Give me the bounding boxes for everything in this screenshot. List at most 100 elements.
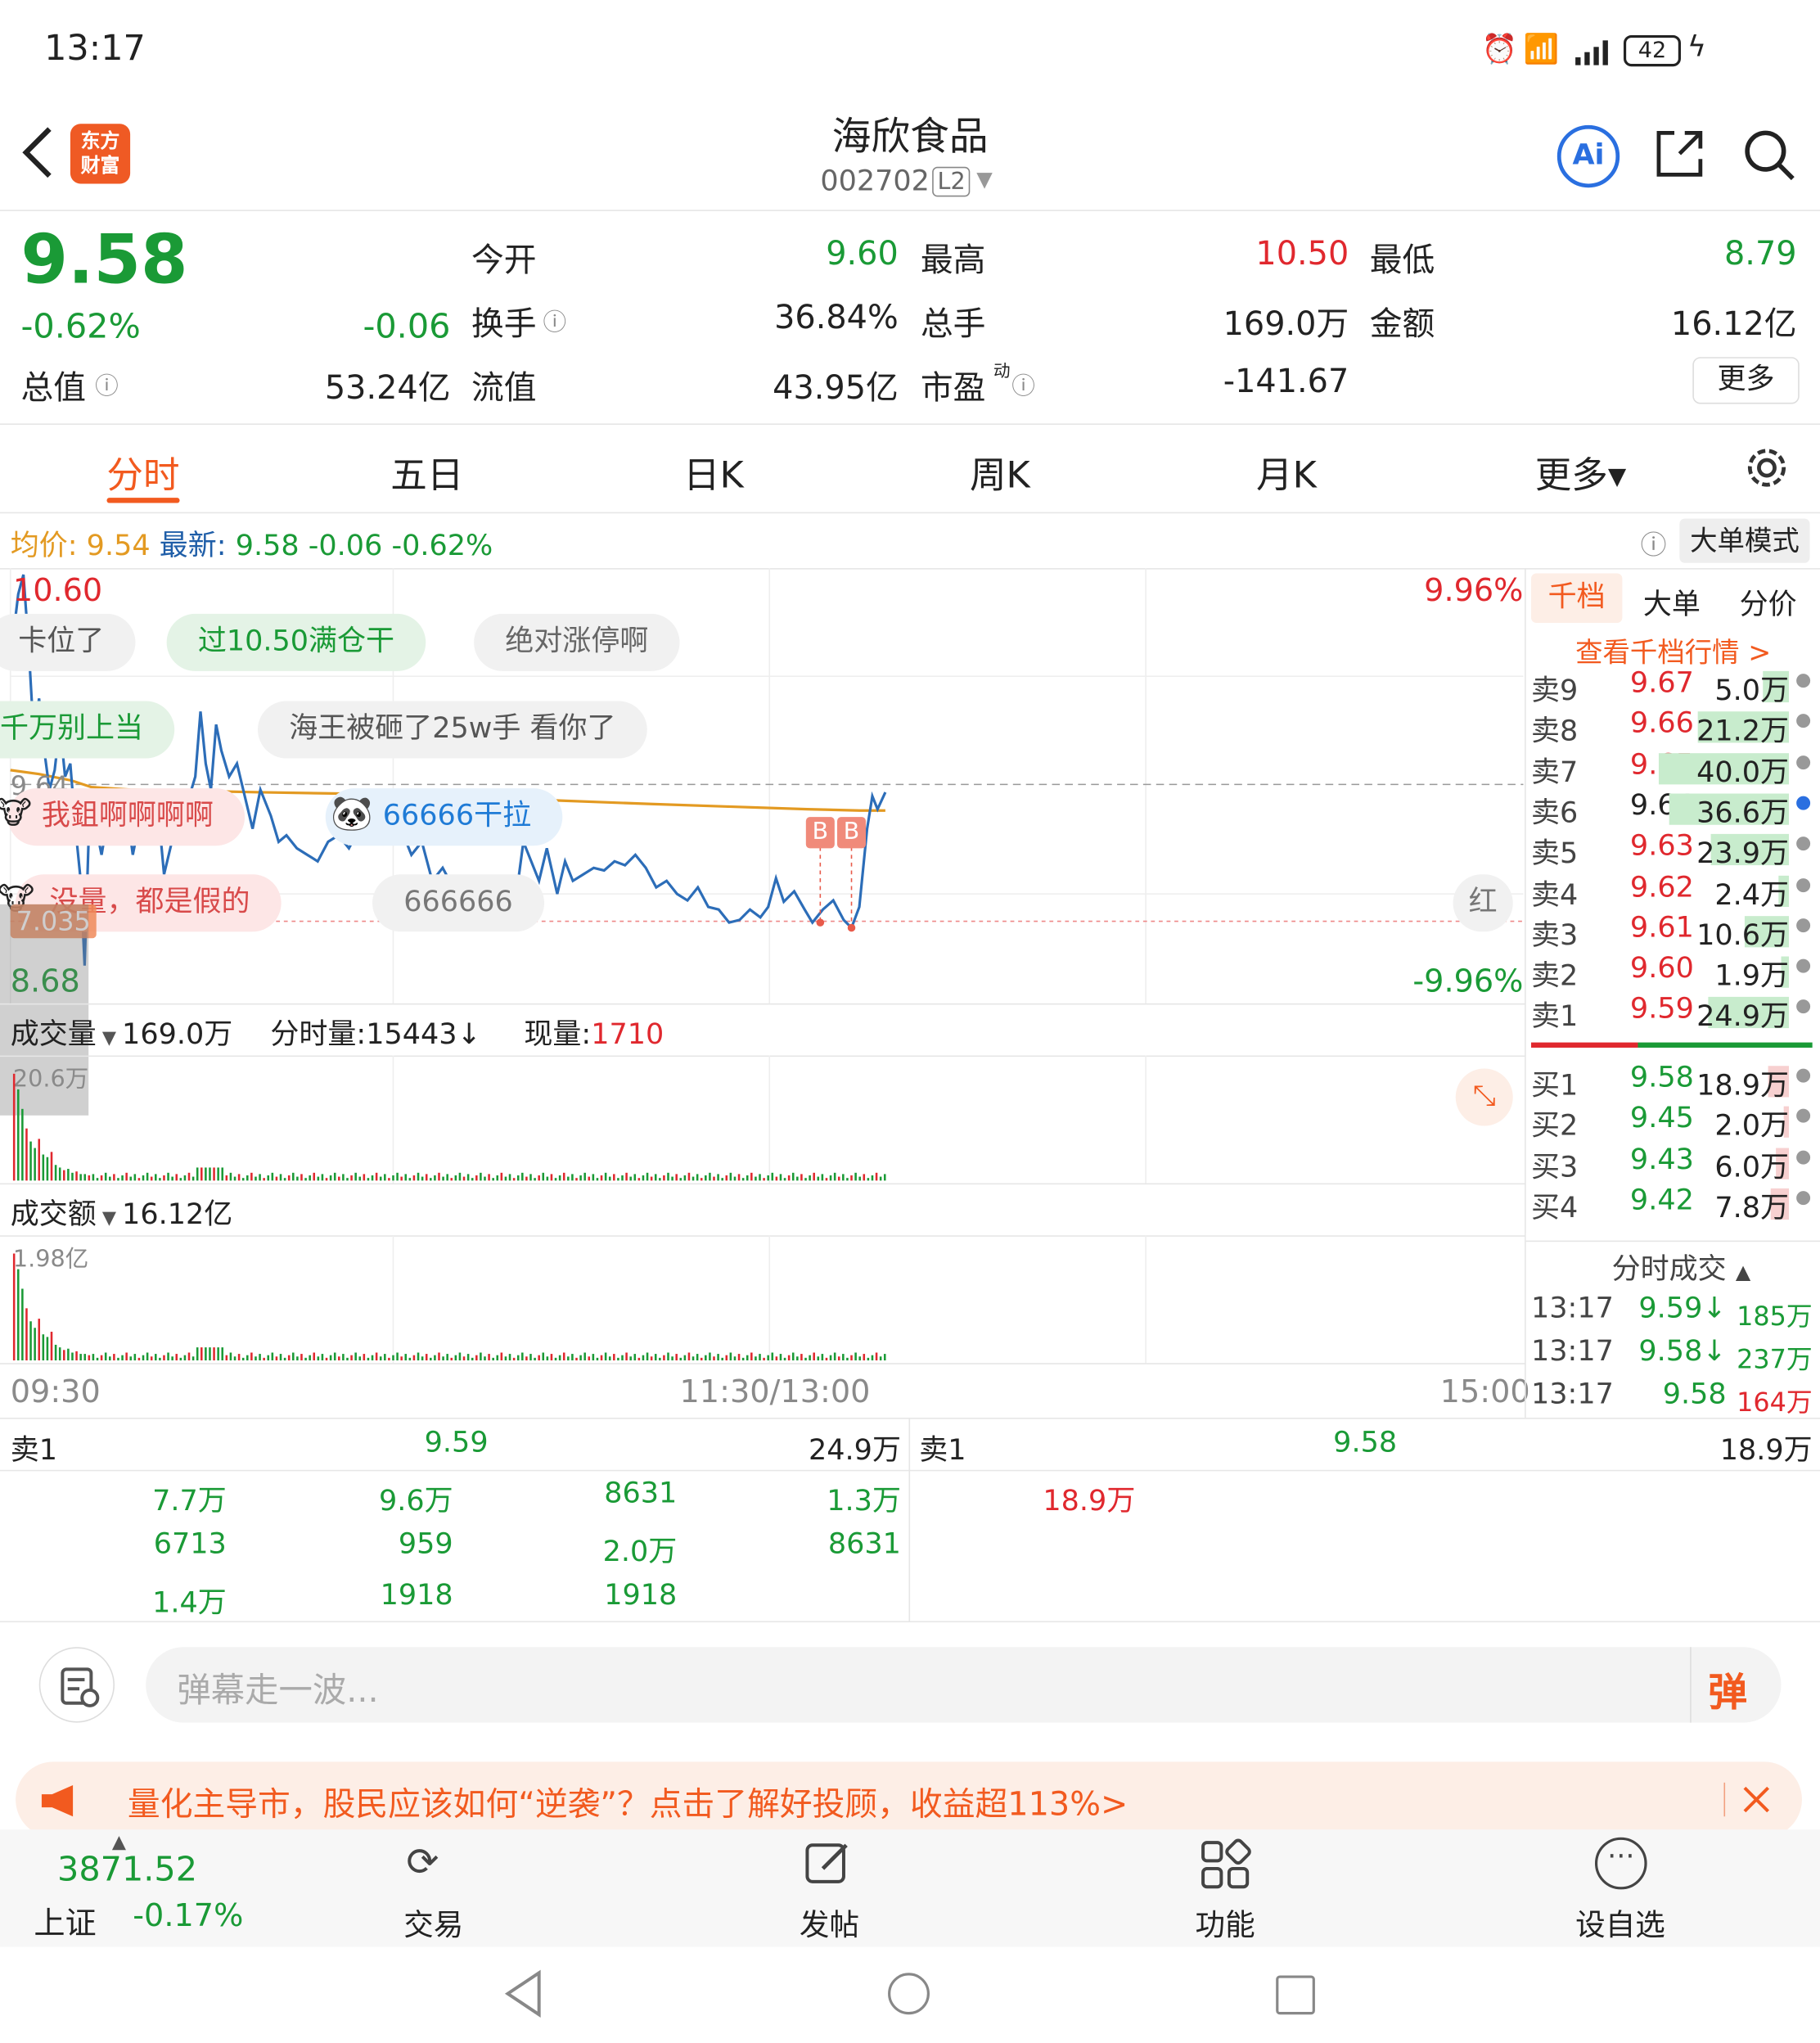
bar-mark (133, 1174, 137, 1181)
nav-add-watchlist[interactable]: 设自选 (1575, 1900, 1665, 1944)
ask-price[interactable]: 9.62 (1630, 871, 1694, 904)
help-icon[interactable]: ⓘ (1641, 524, 1667, 561)
tab-fenshi[interactable]: 分时 (65, 447, 222, 499)
order-dot-icon: ● (1795, 751, 1812, 773)
bar-mark (109, 1176, 111, 1181)
app-logo[interactable]: 东方 财富 (70, 124, 131, 184)
big-order-mode-button[interactable]: 大单模式 (1679, 518, 1810, 563)
order-dot-icon: ● (1795, 670, 1812, 691)
order-dot-icon: ● (1795, 995, 1812, 1017)
volume-header: 成交量 ▼ 169.0万 分时量:15443↓ 现量:1710 (10, 1018, 664, 1052)
ask-price[interactable]: 9.67 (1630, 667, 1694, 700)
bar-mark (750, 1352, 753, 1361)
tab-monthly-k[interactable]: 月K (1208, 447, 1364, 499)
ask-price[interactable]: 9.60 (1630, 953, 1694, 985)
danmu-input[interactable]: 弹幕走一波... 弹 (146, 1647, 1782, 1723)
code-dropdown-icon[interactable]: ▼ (976, 167, 993, 192)
bar-mark (554, 1178, 557, 1181)
bid-level-label: 买4 (1531, 1192, 1579, 1225)
ask-price[interactable]: 9.63 (1630, 830, 1694, 863)
level-badge[interactable]: L2 (932, 166, 971, 197)
ask-volume: 23.9万 (1696, 837, 1790, 871)
bar-mark (241, 1357, 245, 1361)
share-icon[interactable] (1654, 128, 1706, 180)
bar-mark (741, 1357, 745, 1361)
settings-icon[interactable] (1742, 443, 1791, 492)
bar-mark (259, 1174, 261, 1181)
trade-icon[interactable]: ⟳ (406, 1840, 439, 1886)
post-icon[interactable] (802, 1838, 854, 1890)
danmu-send-button[interactable]: 弹 (1708, 1660, 1747, 1717)
bar-mark (783, 1357, 786, 1361)
function-icon[interactable] (1201, 1838, 1251, 1889)
tab-price-dist[interactable]: 分价 (1740, 581, 1797, 623)
trade-price: 9.58↓ (1638, 1335, 1727, 1369)
bar-mark (150, 1176, 153, 1181)
qiandang-link[interactable]: 查看千档行情 > (1575, 632, 1771, 671)
buy-marker[interactable]: B (837, 817, 867, 849)
bar-mark (750, 1172, 753, 1181)
bar-mark (442, 1176, 444, 1181)
danmu-bubble[interactable]: 海王被砸了25w手 看你了 (258, 701, 647, 759)
nav-function[interactable]: 功能 (1196, 1900, 1255, 1944)
charging-icon: ϟ (1687, 31, 1707, 65)
tab-five-day[interactable]: 五日 (349, 447, 505, 499)
back-icon[interactable] (18, 124, 57, 181)
close-icon[interactable] (1742, 1785, 1771, 1814)
bar-mark (225, 1355, 228, 1361)
turnover-value: 36.84% (774, 298, 899, 336)
bar-mark (496, 1355, 499, 1361)
promo-banner[interactable]: 量化主导市，股民应该如何“逆袭”？点击了解好投顾，收益超113%> (16, 1761, 1802, 1838)
nav-trade[interactable]: 交易 (403, 1900, 463, 1944)
more-dots-icon[interactable]: ··· (1594, 1837, 1647, 1890)
ai-button[interactable]: Ai (1556, 124, 1620, 188)
bar-mark (600, 1355, 603, 1361)
bar-mark (421, 1176, 424, 1181)
danmu-bubble[interactable]: 绝对涨停啊 (474, 613, 680, 671)
bar-mark (646, 1352, 649, 1361)
more-button[interactable]: 更多 (1692, 357, 1800, 404)
danmu-bubble[interactable]: 红 (1453, 874, 1513, 932)
wifi-icon: 📶 (1523, 34, 1560, 67)
danmu-settings-icon[interactable] (38, 1647, 115, 1723)
bar-mark (850, 1355, 853, 1361)
tab-weekly-k[interactable]: 周K (921, 447, 1078, 499)
bar-mark (67, 1348, 70, 1361)
volume-selector[interactable]: 成交量 (11, 1019, 97, 1052)
bar-mark (354, 1352, 357, 1361)
ask-price[interactable]: 9.66 (1630, 708, 1694, 741)
bar-mark (213, 1167, 215, 1181)
tab-more[interactable]: 更多▾ (1502, 447, 1659, 499)
info-icon[interactable]: ⓘ (95, 368, 119, 401)
buy-marker[interactable]: B (805, 817, 835, 849)
danmu-bubble[interactable]: 我鉏啊啊啊啊 (7, 788, 246, 846)
expand-icon[interactable]: ⤡ (1455, 1068, 1513, 1126)
bar-mark (725, 1175, 728, 1181)
system-back-icon[interactable] (502, 1969, 544, 2018)
bar-mark (317, 1176, 320, 1181)
pe-info-icon[interactable]: ⓘ (1011, 368, 1035, 401)
trades-header[interactable]: 分时成交 ▲ (1612, 1246, 1751, 1288)
search-icon[interactable] (1742, 128, 1797, 183)
amount-selector[interactable]: 成交额 (11, 1199, 97, 1232)
tab-big-order[interactable]: 大单 (1643, 581, 1701, 623)
index-value[interactable]: 3871.52 (57, 1851, 197, 1890)
bid-price[interactable]: 9.45 (1630, 1103, 1694, 1135)
danmu-bubble[interactable]: 卡位了 (0, 613, 136, 671)
system-home-icon[interactable] (888, 1973, 930, 2015)
bid-price[interactable]: 9.43 (1630, 1143, 1694, 1176)
bid-price[interactable]: 9.42 (1630, 1184, 1694, 1217)
tab-qiandang[interactable]: 千档 (1531, 573, 1623, 623)
ask-price[interactable]: 9.59 (1630, 994, 1694, 1026)
danmu-bubble[interactable]: 过10.50满仓干 (166, 613, 426, 671)
bid-price[interactable]: 9.58 (1630, 1062, 1694, 1094)
turnover-info-icon[interactable]: ⓘ (543, 304, 566, 337)
system-recents-icon[interactable] (1276, 1975, 1315, 2015)
danmu-bubble[interactable]: 666666 (372, 874, 545, 932)
nav-post[interactable]: 发帖 (800, 1900, 859, 1944)
ask-price[interactable]: 9.61 (1630, 912, 1694, 945)
bar-mark (217, 1347, 219, 1361)
queue-buy-volume: 18.9万 (1719, 1434, 1813, 1468)
tab-daily-k[interactable]: 日K (635, 447, 791, 499)
danmu-bubble[interactable]: 千万别上当 (0, 701, 175, 759)
